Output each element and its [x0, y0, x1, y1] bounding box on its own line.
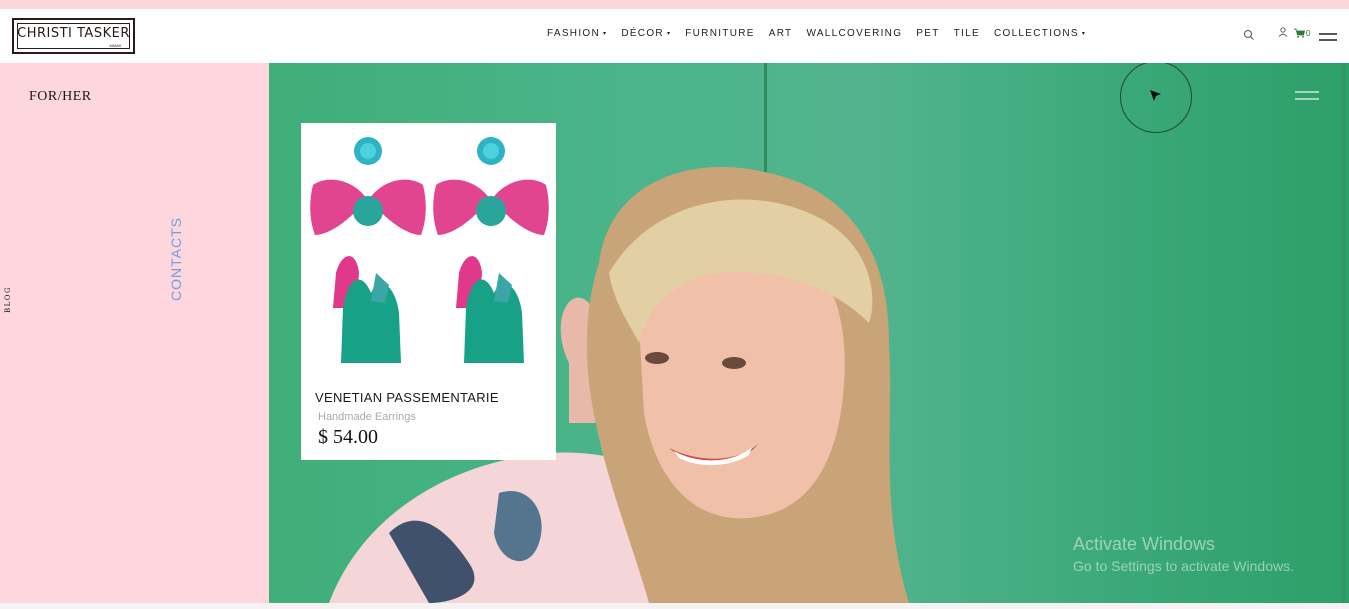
nav-item-label: ART — [768, 28, 793, 39]
nav-item-furniture[interactable]: FURNITURE — [685, 28, 754, 39]
watermark-subtitle: Go to Settings to activate Windows. — [1073, 558, 1294, 574]
activate-windows-watermark: Activate Windows Go to Settings to activ… — [1073, 534, 1294, 574]
site-header: CHRISTI TASKER MIAMI FASHION ▾ DÉCOR ▾ F… — [0, 9, 1349, 63]
brand-name: CHRISTI TASKER — [17, 26, 130, 41]
cart-count: 0 — [1306, 28, 1311, 38]
bottom-strip — [0, 603, 1349, 609]
user-icon[interactable] — [1278, 27, 1288, 37]
cursor-follower — [1120, 63, 1192, 133]
product-image[interactable] — [301, 123, 556, 381]
nav-item-wallcovering[interactable]: WALLCOVERING — [806, 28, 902, 39]
nav-item-label: FURNITURE — [685, 28, 755, 39]
nav-item-label: TILE — [953, 28, 980, 39]
watermark-title: Activate Windows — [1073, 534, 1216, 554]
earring-right — [433, 137, 549, 363]
nav-item-pet[interactable]: PET — [916, 28, 939, 39]
nav-item-tile[interactable]: TILE — [954, 28, 980, 39]
earring-left — [310, 137, 426, 363]
chevron-down-icon: ▾ — [603, 31, 608, 37]
product-card[interactable]: VENETIAN PASSEMENTARIE Handmade Earrings… — [301, 123, 556, 460]
top-accent-strip — [0, 0, 1349, 9]
nav-item-decor[interactable]: DÉCOR ▾ — [621, 28, 671, 39]
search-icon[interactable] — [1243, 29, 1255, 41]
product-title[interactable]: VENETIAN PASSEMENTARIE — [315, 390, 499, 405]
menu-icon[interactable] — [1319, 33, 1337, 41]
product-category: Handmade Earrings — [318, 411, 416, 423]
section-title[interactable]: FOR/HER — [29, 89, 92, 105]
brand-sub: MIAMI — [109, 43, 121, 48]
nav-item-art[interactable]: ART — [769, 28, 793, 39]
side-panel: FOR/HER CONTACTS BLOG — [0, 63, 269, 603]
cart-button[interactable]: 0 — [1294, 28, 1310, 38]
blog-link[interactable]: BLOG — [4, 286, 12, 313]
nav-item-label: PET — [916, 28, 940, 39]
nav-item-label: FASHION — [547, 28, 600, 39]
nav-item-label: COLLECTIONS — [993, 28, 1079, 39]
chevron-down-icon: ▾ — [666, 31, 672, 37]
main-nav: FASHION ▾ DÉCOR ▾ FURNITURE ART WALLCOVE… — [547, 28, 1100, 39]
product-price: $ 54.00 — [318, 426, 378, 448]
nav-item-collections[interactable]: COLLECTIONS ▾ — [994, 28, 1086, 39]
contacts-link[interactable]: CONTACTS — [168, 217, 184, 301]
hero-menu-icon[interactable] — [1295, 91, 1319, 100]
nav-item-label: WALLCOVERING — [806, 28, 903, 39]
nav-item-fashion[interactable]: FASHION ▾ — [547, 28, 607, 39]
nav-item-label: DÉCOR — [621, 28, 664, 39]
cart-icon — [1294, 28, 1305, 38]
chevron-down-icon: ▾ — [1081, 31, 1087, 37]
cursor-arrow-icon — [1150, 90, 1161, 101]
brand-logo[interactable]: CHRISTI TASKER MIAMI — [12, 18, 135, 54]
